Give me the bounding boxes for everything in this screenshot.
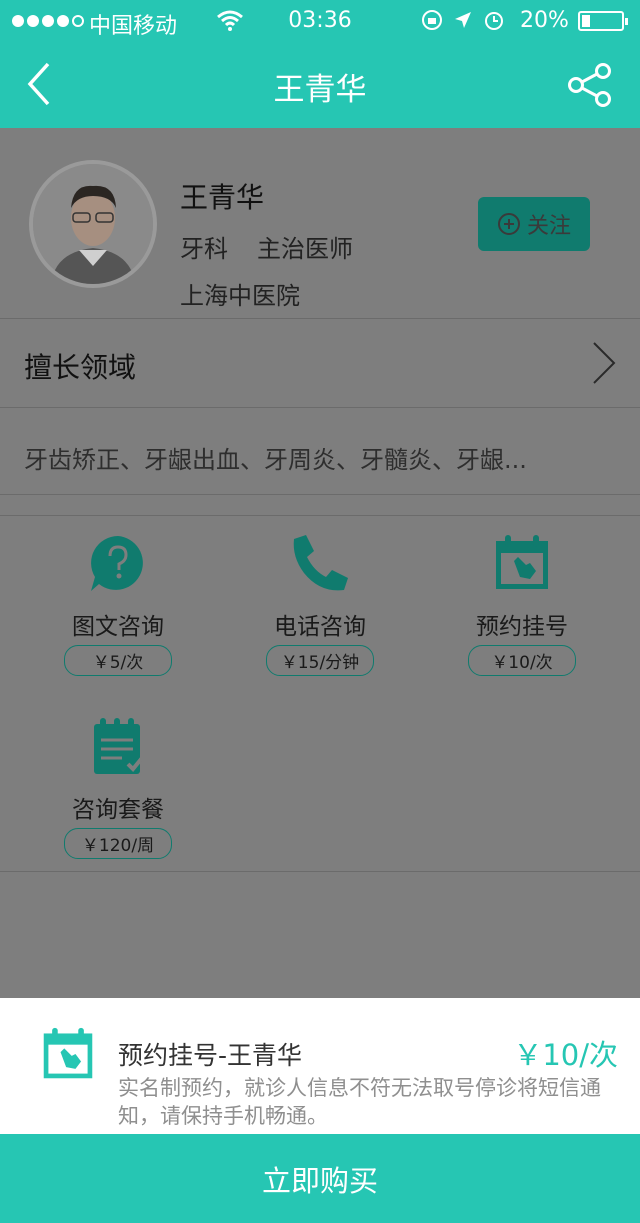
plus-circle-icon (497, 213, 520, 235)
doctor-profile: 王青华 牙科 主治医师 上海中医院 关注 (0, 128, 640, 319)
service-price: ￥120/周 (64, 828, 172, 859)
service-appointment[interactable]: 预约挂号 ￥10/次 (422, 533, 622, 676)
rotation-lock-icon (422, 10, 442, 30)
battery-icon (578, 11, 628, 31)
nav-bar: 王青华 (0, 42, 640, 128)
doctor-hospital: 上海中医院 (180, 282, 300, 310)
phone-icon (293, 535, 348, 591)
doctor-name: 王青华 (180, 181, 265, 214)
service-price: ￥5/次 (64, 645, 172, 676)
service-label: 电话咨询 (274, 614, 366, 640)
service-phone-consult[interactable]: 电话咨询 ￥15/分钟 (220, 533, 420, 676)
service-label: 咨询套餐 (72, 797, 164, 823)
doctor-department: 牙科 (180, 235, 228, 263)
clipboard-check-icon (94, 718, 144, 774)
sheet-note: 实名制预约，就诊人信息不符无法取号停诊将短信通知，请保持手机畅通。 (118, 1076, 601, 1128)
service-package[interactable]: 咨询套餐 ￥120/周 (18, 716, 218, 859)
buy-now-button[interactable]: 立即购买 (0, 1134, 640, 1223)
chevron-right-icon (593, 342, 616, 384)
status-icons (421, 9, 505, 31)
expertise-text: 牙齿矫正、牙龈出血、牙周炎、牙髓炎、牙龈... (24, 446, 527, 474)
sheet-title: 预约挂号-王青华 (118, 1041, 303, 1070)
section-divider (0, 494, 640, 516)
share-icon[interactable] (566, 62, 614, 108)
doctor-detail: 王青华 牙科 主治医师 上海中医院 关注 擅长领域 牙齿矫正、牙龈出血、牙周炎、… (0, 128, 640, 998)
battery-percent: 20% (520, 8, 569, 33)
service-label: 预约挂号 (476, 614, 568, 640)
calendar-hand-icon (43, 1027, 93, 1079)
status-bar: 中国移动 03:36 20% (0, 0, 640, 42)
expertise-label: 擅长领域 (24, 351, 137, 384)
service-text-consult[interactable]: 图文咨询 ￥5/次 (18, 533, 218, 676)
chat-question-icon (91, 536, 143, 591)
purchase-sheet: 预约挂号-王青华 ￥10/次 实名制预约，就诊人信息不符无法取号停诊将短信通知，… (0, 998, 640, 1134)
expertise-row[interactable]: 擅长领域 (0, 319, 640, 408)
sheet-price: ￥10/次 (513, 1038, 618, 1072)
top-bar: 中国移动 03:36 20% 王青华 (0, 0, 640, 128)
follow-label: 关注 (526, 214, 571, 239)
page-title: 王青华 (273, 72, 367, 108)
follow-button[interactable]: 关注 (478, 197, 590, 251)
service-label: 图文咨询 (72, 614, 164, 640)
doctor-title: 主治医师 (257, 235, 353, 263)
service-price: ￥15/分钟 (266, 645, 374, 676)
doctor-photo (33, 164, 153, 284)
alarm-icon (485, 12, 503, 30)
section-divider (0, 871, 640, 872)
location-arrow-icon (455, 12, 471, 28)
calendar-hand-icon (496, 535, 548, 589)
service-price: ￥10/次 (468, 645, 576, 676)
doctor-avatar (29, 160, 157, 288)
